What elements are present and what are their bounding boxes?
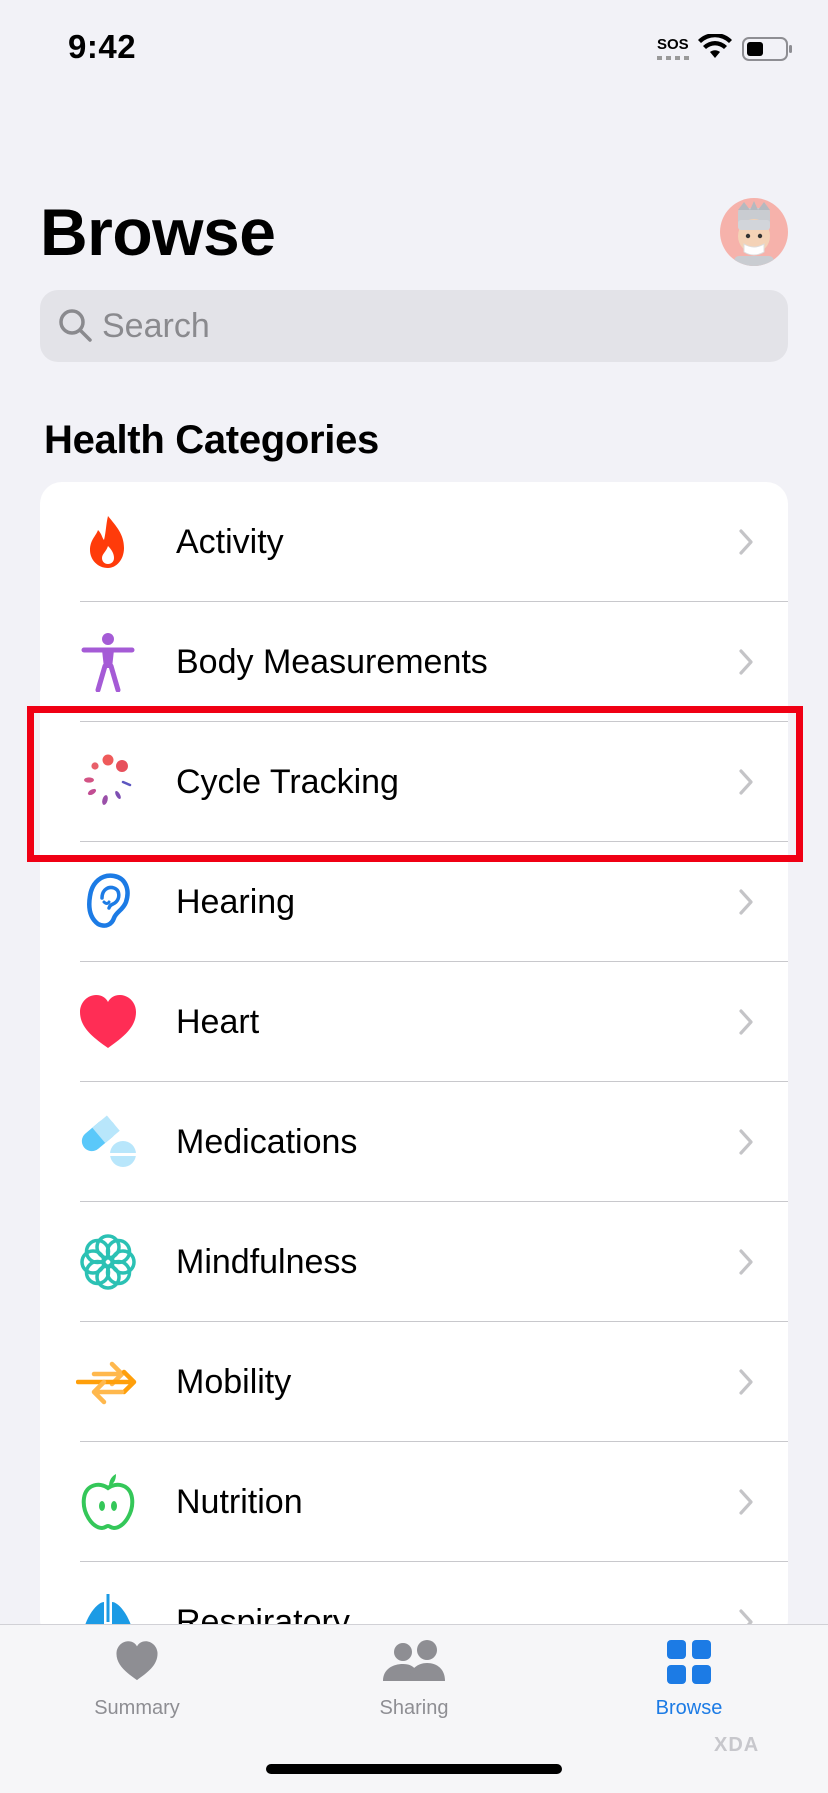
category-row-hearing[interactable]: Hearing xyxy=(40,842,788,962)
chevron-right-icon xyxy=(739,889,753,915)
grid-icon xyxy=(667,1640,711,1684)
category-label: Nutrition xyxy=(176,1483,303,1521)
category-row-mindfulness[interactable]: Mindfulness xyxy=(40,1202,788,1322)
watermark: XDA xyxy=(714,1734,760,1756)
signal-dots xyxy=(657,56,689,60)
tab-label: Sharing xyxy=(379,1697,449,1719)
status-time: 9:42 xyxy=(68,28,137,65)
category-row-activity[interactable]: Activity xyxy=(40,482,788,602)
heart-icon xyxy=(80,995,136,1048)
arrows-icon xyxy=(76,1361,137,1405)
heart-icon xyxy=(116,1641,158,1681)
tab-label: Browse xyxy=(655,1697,723,1719)
category-label: Hearing xyxy=(176,883,296,921)
search-input[interactable] xyxy=(102,290,742,362)
chevron-right-icon xyxy=(739,769,753,795)
home-indicator[interactable] xyxy=(266,1764,562,1774)
tab-sharing[interactable]: Sharing xyxy=(334,1625,494,1735)
cycle-icon xyxy=(84,754,132,805)
category-row-nutrition[interactable]: Nutrition xyxy=(40,1442,788,1562)
category-row-cycle-tracking[interactable]: Cycle Tracking xyxy=(40,722,788,842)
search-bar[interactable] xyxy=(40,290,788,362)
category-row-medications[interactable]: Medications xyxy=(40,1082,788,1202)
chevron-right-icon xyxy=(739,1489,753,1515)
flame-icon xyxy=(90,516,124,568)
chevron-right-icon xyxy=(739,1249,753,1275)
status-bar: 9:42 SOS xyxy=(0,0,828,100)
chevron-right-icon xyxy=(739,649,753,675)
category-row-body-measurements[interactable]: Body Measurements xyxy=(40,602,788,722)
apple-icon xyxy=(81,1474,135,1531)
search-icon xyxy=(59,309,92,342)
pills-icon xyxy=(81,1115,136,1167)
chevron-right-icon xyxy=(739,529,753,555)
chevron-right-icon xyxy=(739,1369,753,1395)
memoji-icon xyxy=(734,201,774,266)
people-icon xyxy=(383,1640,445,1681)
chevron-right-icon xyxy=(739,1129,753,1155)
category-label: Activity xyxy=(176,523,284,561)
section-title: Health Categories xyxy=(44,418,379,462)
tab-browse[interactable]: Browse xyxy=(609,1625,769,1735)
wifi-icon xyxy=(698,34,732,58)
category-label: Heart xyxy=(176,1003,260,1041)
sos-indicator: SOS xyxy=(657,36,689,53)
category-label: Body Measurements xyxy=(176,643,488,681)
category-label: Cycle Tracking xyxy=(176,763,399,801)
category-label: Mindfulness xyxy=(176,1243,358,1281)
avatar[interactable] xyxy=(720,198,788,266)
figure-icon xyxy=(81,633,135,692)
chevron-right-icon xyxy=(739,1009,753,1035)
categories-list: Activity Body Measurements Cycle Trackin… xyxy=(40,482,788,1642)
battery-icon xyxy=(742,37,792,61)
tab-summary[interactable]: Summary xyxy=(57,1625,217,1735)
ear-icon xyxy=(87,873,130,928)
category-label: Medications xyxy=(176,1123,358,1161)
category-label: Mobility xyxy=(176,1363,292,1401)
tab-label: Summary xyxy=(94,1697,180,1719)
category-row-heart[interactable]: Heart xyxy=(40,962,788,1082)
flower-icon xyxy=(80,1234,136,1290)
category-row-mobility[interactable]: Mobility xyxy=(40,1322,788,1442)
page-title: Browse xyxy=(40,195,276,269)
